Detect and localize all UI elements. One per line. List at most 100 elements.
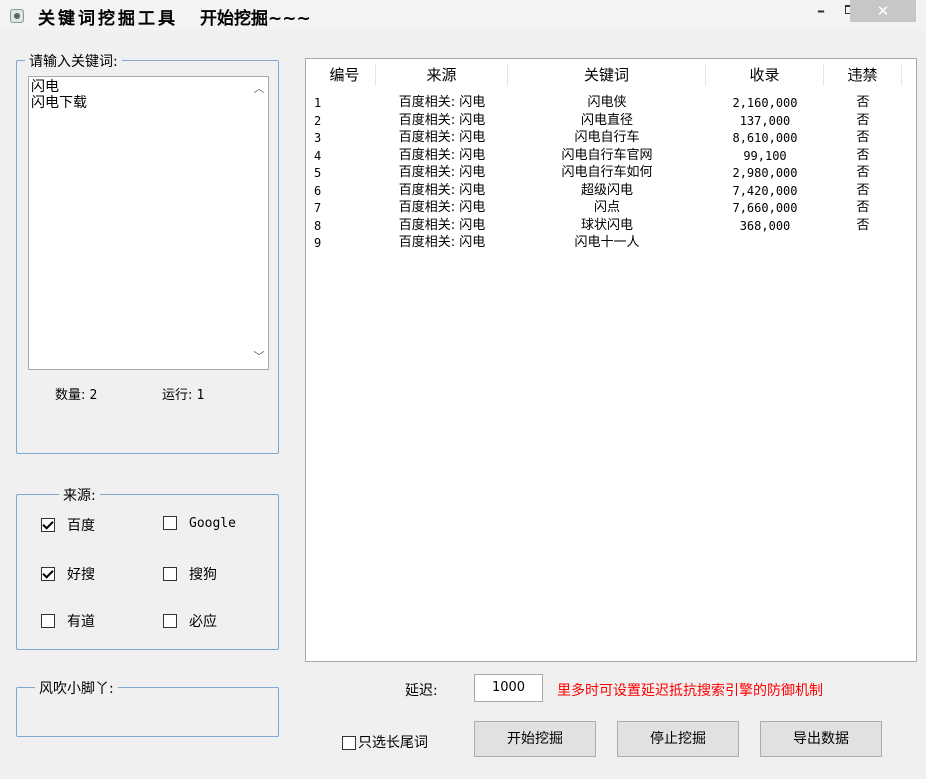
cell-source: 百度相关: 闪电 — [398, 112, 486, 128]
source-option-bing[interactable]: 必应 — [163, 611, 217, 631]
cell-source: 百度相关: 闪电 — [398, 147, 486, 163]
run-count-label: 运行: — [162, 388, 193, 403]
table-row[interactable]: 2 百度相关: 闪电 闪电直径 137,000 否 — [306, 113, 916, 129]
baidu-checkbox[interactable] — [41, 518, 55, 532]
start-button[interactable]: 开始挖掘 — [474, 721, 596, 757]
cell-id: 3 — [314, 131, 322, 145]
cell-count: 137,000 — [739, 113, 791, 128]
longtail-checkbox[interactable] — [342, 736, 356, 750]
window-title: 关键词挖掘工具 开始挖掘~~~ — [38, 4, 311, 29]
column-header-source[interactable]: 来源 — [376, 64, 508, 86]
cell-keyword: 闪电自行车如何 — [561, 165, 653, 180]
cell-keyword: 闪电直径 — [580, 112, 633, 128]
cell-banned: 否 — [856, 182, 870, 198]
cell-count: 2,980,000 — [732, 166, 798, 180]
window-title-text: 关键词挖掘工具 — [38, 9, 178, 29]
bing-label: 必应 — [189, 614, 217, 630]
source-option-google[interactable]: Google — [163, 515, 236, 535]
export-button[interactable]: 导出数据 — [760, 721, 882, 757]
keyword-lines: 闪电 闪电下载 — [31, 79, 87, 111]
cell-keyword: 超级闪电 — [580, 182, 633, 198]
keyword-count-value: 2 — [89, 388, 98, 403]
keyword-input[interactable]: 闪电 闪电下载 ︿ ﹀ — [28, 76, 269, 370]
close-button[interactable]: ✕ — [850, 0, 916, 22]
footer-group: 风吹小脚丫: — [16, 678, 279, 737]
source-option-youdao[interactable]: 有道 — [41, 611, 95, 631]
table-row[interactable]: 3 百度相关: 闪电 闪电自行车 8,610,000 否 — [306, 130, 916, 146]
cell-keyword: 闪电自行车官网 — [561, 147, 653, 163]
title-bar: 关键词挖掘工具 开始挖掘~~~ – ✕ — [0, 0, 926, 30]
table-row[interactable]: 4 百度相关: 闪电 闪电自行车官网 99,100 否 — [306, 148, 916, 164]
cell-source: 百度相关: 闪电 — [398, 217, 486, 233]
source-option-baidu[interactable]: 百度 — [41, 515, 95, 535]
window-subtitle: 开始挖掘~~~ — [200, 9, 311, 29]
google-checkbox[interactable] — [163, 516, 177, 530]
cell-banned: 否 — [856, 165, 870, 180]
keyword-group-legend: 请输入关键词: — [25, 51, 122, 71]
cell-id: 7 — [314, 201, 322, 215]
cell-keyword: 闪电自行车 — [574, 130, 640, 145]
cell-id: 6 — [314, 183, 322, 198]
table-row[interactable]: 5 百度相关: 闪电 闪电自行车如何 2,980,000 否 — [306, 165, 916, 181]
cell-source: 百度相关: 闪电 — [398, 95, 486, 110]
sogou-checkbox[interactable] — [163, 567, 177, 581]
haosou-checkbox[interactable] — [41, 567, 55, 581]
column-header-keyword[interactable]: 关键词 — [508, 64, 706, 86]
bing-checkbox[interactable] — [163, 614, 177, 628]
source-group-legend: 来源: — [59, 485, 100, 505]
cell-banned: 否 — [856, 95, 870, 110]
table-row[interactable]: 6 百度相关: 闪电 超级闪电 7,420,000 否 — [306, 183, 916, 199]
youdao-label: 有道 — [67, 614, 95, 630]
scroll-up-icon[interactable]: ︿ — [253, 83, 265, 95]
cell-banned: 否 — [856, 200, 870, 215]
cell-source: 百度相关: 闪电 — [398, 165, 486, 180]
column-header-banned[interactable]: 违禁 — [824, 64, 902, 86]
keyword-count-label: 数量: — [55, 388, 86, 403]
cell-id: 1 — [314, 96, 322, 110]
app-icon — [10, 9, 24, 23]
keyword-count: 数量: 2 — [55, 384, 97, 403]
column-header-count[interactable]: 收录 — [706, 64, 824, 86]
sogou-label: 搜狗 — [189, 567, 217, 583]
cell-keyword: 球状闪电 — [580, 217, 633, 233]
delay-input[interactable]: 1000 — [474, 674, 543, 702]
cell-source: 百度相关: 闪电 — [398, 200, 486, 215]
footer-group-legend: 风吹小脚丫: — [35, 678, 118, 698]
cell-source: 百度相关: 闪电 — [398, 130, 486, 145]
run-count-value: 1 — [196, 388, 205, 403]
table-row[interactable]: 1 百度相关: 闪电 闪电侠 2,160,000 否 — [306, 95, 916, 111]
cell-banned: 否 — [856, 147, 870, 163]
cell-count: 7,660,000 — [732, 201, 798, 215]
table-row[interactable]: 8 百度相关: 闪电 球状闪电 368,000 否 — [306, 218, 916, 234]
scroll-down-icon[interactable]: ﹀ — [253, 351, 265, 363]
cell-id: 5 — [314, 166, 322, 180]
cell-id: 9 — [314, 236, 322, 250]
cell-source: 百度相关: 闪电 — [398, 235, 486, 250]
google-label: Google — [189, 515, 236, 531]
cell-keyword: 闪电侠 — [587, 95, 627, 110]
results-list[interactable]: 编号 来源 关键词 收录 违禁 1 百度相关: 闪电 闪电侠 2,160,000 否 2 百… — [305, 58, 917, 662]
table-row[interactable]: 9 百度相关: 闪电 闪电十一人 — [306, 235, 916, 251]
haosou-label: 好搜 — [67, 567, 95, 583]
cell-banned: 否 — [856, 217, 870, 233]
stop-button[interactable]: 停止挖掘 — [617, 721, 739, 757]
cell-keyword: 闪点 — [593, 200, 620, 215]
keyword-line: 闪电 — [31, 79, 59, 95]
keyword-scrollbar[interactable]: ︿ ﹀ — [250, 77, 268, 369]
cell-count: 8,610,000 — [732, 131, 798, 145]
longtail-option[interactable]: 只选长尾词 — [342, 732, 428, 752]
source-option-haosou[interactable]: 好搜 — [41, 564, 95, 584]
cell-id: 4 — [314, 148, 322, 163]
baidu-label: 百度 — [67, 518, 95, 534]
column-header-id[interactable]: 编号 — [314, 64, 376, 86]
cell-count: 7,420,000 — [732, 183, 798, 198]
cell-id: 8 — [314, 218, 322, 233]
minimize-button[interactable]: – — [808, 0, 834, 22]
cell-source: 百度相关: 闪电 — [398, 182, 486, 198]
longtail-label: 只选长尾词 — [358, 735, 428, 751]
table-row[interactable]: 7 百度相关: 闪电 闪点 7,660,000 否 — [306, 200, 916, 216]
source-option-sogou[interactable]: 搜狗 — [163, 564, 217, 584]
youdao-checkbox[interactable] — [41, 614, 55, 628]
cell-count: 368,000 — [739, 218, 791, 233]
keyword-line: 闪电下载 — [31, 95, 87, 111]
